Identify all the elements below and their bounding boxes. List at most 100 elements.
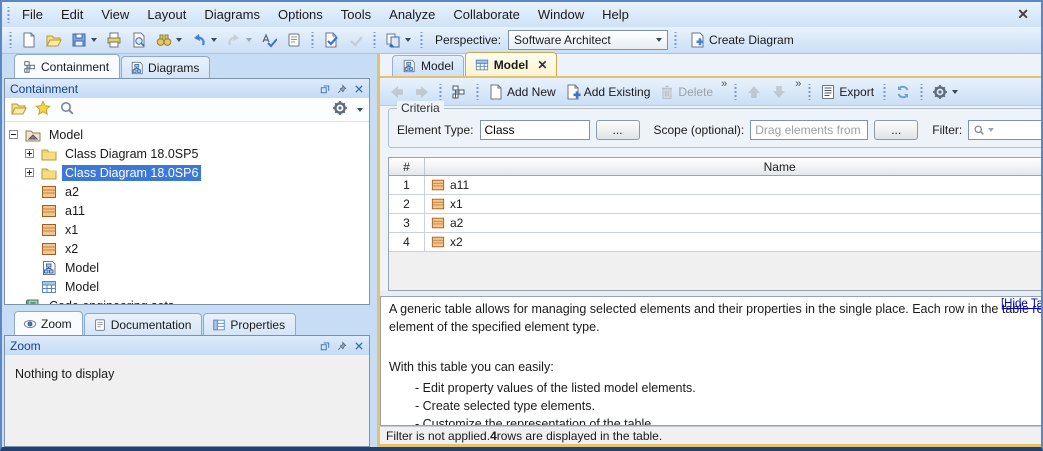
float-panel-icon[interactable] — [320, 341, 330, 351]
create-diagram-button[interactable]: Create Diagram — [683, 30, 800, 50]
toolbar-grip[interactable] — [6, 7, 11, 23]
refresh-button[interactable] — [892, 82, 914, 102]
toolbar-grip[interactable] — [673, 32, 678, 48]
filter-input[interactable] — [968, 120, 1043, 140]
menu-file[interactable]: File — [13, 4, 52, 25]
move-up-button[interactable] — [743, 82, 765, 102]
toolbar-grip[interactable] — [419, 32, 424, 48]
redo-button[interactable] — [223, 30, 255, 50]
tree-item-code-engineering-sets[interactable]: Code engineering sets — [9, 296, 369, 304]
delete-button[interactable]: Delete — [656, 82, 716, 102]
tab-zoom[interactable]: Zoom — [14, 311, 83, 335]
toolbar-grip[interactable] — [919, 84, 924, 100]
export-button[interactable]: Export — [817, 82, 877, 102]
spelling-button[interactable] — [258, 30, 280, 50]
column-header-name[interactable]: Name — [425, 158, 1043, 175]
pin-panel-icon[interactable] — [337, 84, 347, 94]
validate-button[interactable] — [320, 30, 342, 50]
transform-button[interactable] — [382, 30, 414, 50]
menu-window[interactable]: Window — [529, 4, 593, 25]
print-preview-button[interactable] — [128, 30, 150, 50]
move-down-button[interactable] — [768, 82, 790, 102]
expand-icon[interactable] — [25, 149, 41, 158]
close-panel-icon[interactable] — [354, 84, 364, 94]
tab-model-table[interactable]: Model ✕ — [465, 52, 558, 76]
tree-item-class-diagram-sp5[interactable]: Class Diagram 18.0SP5 — [9, 144, 369, 163]
tab-diagrams[interactable]: Diagrams — [121, 56, 210, 78]
toolbar-grip[interactable] — [310, 32, 315, 48]
tab-containment[interactable]: Containment — [14, 54, 120, 78]
settings-dropdown-icon[interactable] — [357, 108, 363, 112]
menu-help[interactable]: Help — [593, 4, 638, 25]
window-close-icon[interactable]: ✕ — [1011, 6, 1035, 23]
scope-browse-button[interactable]: ... — [874, 120, 918, 140]
menu-options[interactable]: Options — [269, 4, 332, 25]
element-type-browse-button[interactable]: ... — [596, 120, 640, 140]
hide-table-description-link[interactable]: [Hide Table Description] — [1001, 298, 1043, 310]
collapse-icon[interactable] — [9, 130, 25, 139]
expand-icon[interactable] — [25, 168, 41, 177]
notes-button[interactable] — [283, 30, 305, 50]
print-button[interactable] — [103, 30, 125, 50]
menu-tools[interactable]: Tools — [332, 4, 380, 25]
favorites-star-icon[interactable] — [35, 100, 51, 119]
menu-collaborate[interactable]: Collaborate — [444, 4, 529, 25]
menu-view[interactable]: View — [92, 4, 138, 25]
tree-item-a2[interactable]: a2 — [9, 182, 369, 201]
table-row[interactable]: 1 a11 — [389, 176, 1043, 195]
find-dropdown-icon[interactable] — [176, 38, 182, 42]
tab-properties[interactable]: Properties — [203, 313, 296, 335]
perspective-select[interactable]: Software Architect — [508, 30, 668, 50]
pin-panel-icon[interactable] — [337, 341, 347, 351]
tree-item-x1[interactable]: x1 — [9, 220, 369, 239]
toolbar-grip[interactable] — [372, 32, 377, 48]
toolbar-grip[interactable] — [475, 84, 480, 100]
column-header-num[interactable]: # — [389, 158, 425, 175]
tab-model-diagram[interactable]: Model — [392, 55, 464, 76]
menu-diagrams[interactable]: Diagrams — [195, 4, 269, 25]
filter-dropdown-icon[interactable] — [988, 128, 994, 132]
tree-item-x2[interactable]: x2 — [9, 239, 369, 258]
menu-edit[interactable]: Edit — [52, 4, 92, 25]
transform-dropdown-icon[interactable] — [405, 38, 411, 42]
back-button[interactable] — [386, 82, 408, 102]
scope-input[interactable] — [750, 120, 868, 140]
table-row[interactable]: 2 x1 — [389, 195, 1043, 214]
undo-dropdown-icon[interactable] — [211, 38, 217, 42]
toolbar-grip[interactable] — [733, 84, 738, 100]
float-panel-icon[interactable] — [320, 84, 330, 94]
add-existing-button[interactable]: Add Existing — [562, 82, 654, 102]
tree-item-model-table[interactable]: Model — [9, 277, 369, 296]
table-row[interactable]: 4 x2 — [389, 233, 1043, 252]
close-tab-icon[interactable]: ✕ — [537, 58, 547, 72]
menu-layout[interactable]: Layout — [138, 4, 195, 25]
settings-gear-icon[interactable] — [332, 100, 348, 119]
toolbar-grip[interactable] — [807, 84, 812, 100]
save-button[interactable] — [68, 30, 100, 50]
open-project-button[interactable] — [43, 30, 65, 50]
element-type-input[interactable] — [480, 120, 590, 140]
tree-item-class-diagram-sp6[interactable]: Class Diagram 18.0SP6 — [9, 163, 369, 182]
new-project-button[interactable] — [18, 30, 40, 50]
tree-item-model-diagram[interactable]: Model — [9, 258, 369, 277]
tree-item-a11[interactable]: a11 — [9, 201, 369, 220]
save-dropdown-icon[interactable] — [91, 38, 97, 42]
menu-analyze[interactable]: Analyze — [380, 4, 444, 25]
undo-button[interactable] — [188, 30, 220, 50]
table-row[interactable]: 3 a2 — [389, 214, 1043, 233]
options-dropdown-icon[interactable] — [952, 90, 958, 94]
toolbar-overflow-icon[interactable]: » — [719, 78, 728, 90]
toolbar-grip[interactable] — [8, 32, 13, 48]
find-button[interactable] — [153, 30, 185, 50]
toolbar-overflow-icon[interactable]: » — [793, 78, 802, 90]
redo-dropdown-icon[interactable] — [246, 38, 252, 42]
tab-documentation[interactable]: Documentation — [84, 313, 203, 335]
vertical-splitter[interactable] — [370, 54, 377, 447]
tree-item-model-root[interactable]: Model — [9, 125, 369, 144]
forward-button[interactable] — [411, 82, 433, 102]
select-in-containment-button[interactable] — [448, 82, 470, 102]
commit-check-button[interactable] — [345, 30, 367, 50]
table-options-button[interactable] — [929, 82, 961, 102]
add-new-button[interactable]: Add New — [485, 82, 559, 102]
toolbar-grip[interactable] — [882, 84, 887, 100]
